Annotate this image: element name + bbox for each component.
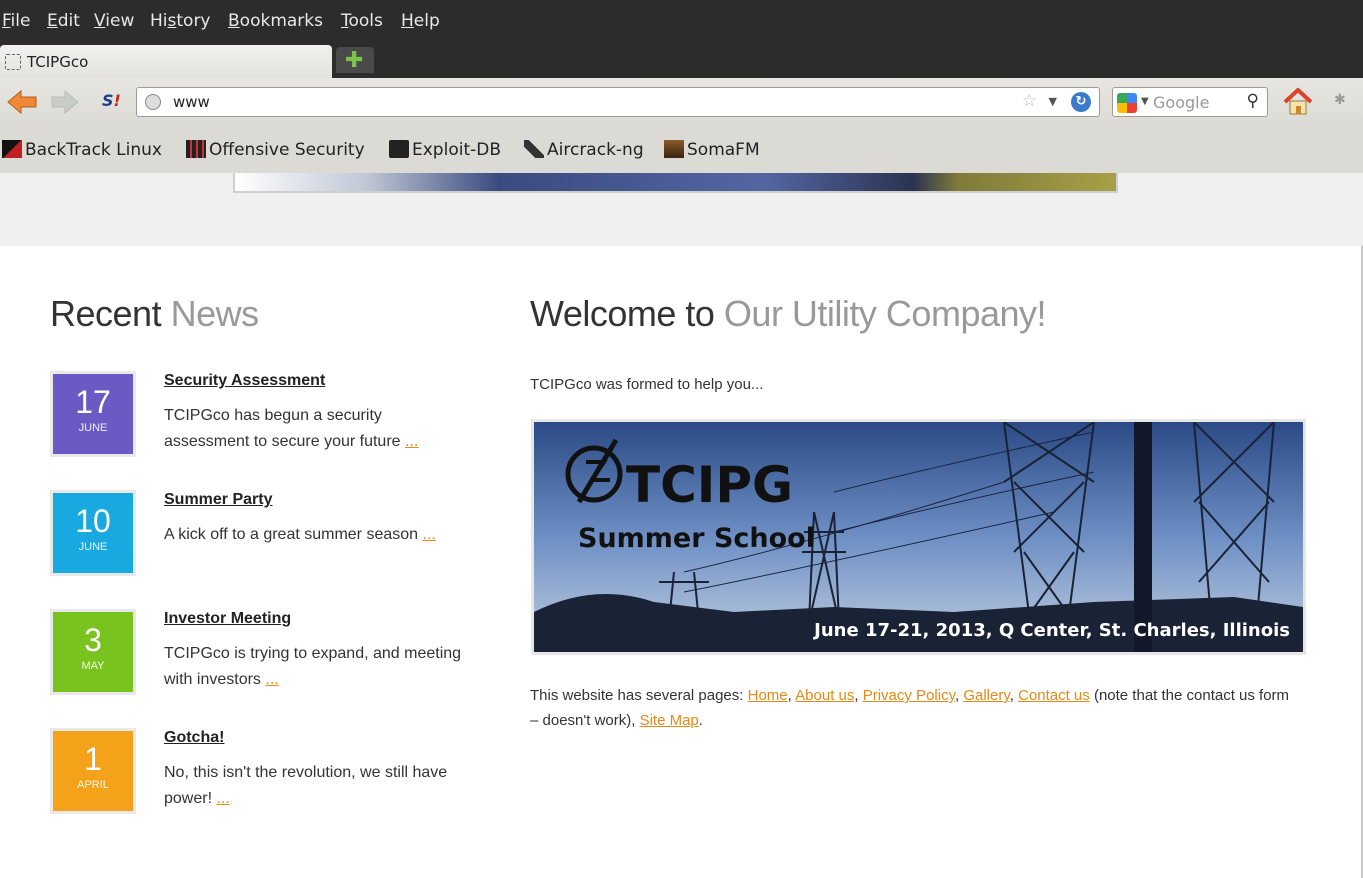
date-badge: 3 MAY [50, 609, 136, 695]
navigation-toolbar: S! www ☆ ▼ ↻ ▼ Google ⚲ ✱ [0, 78, 1363, 128]
menu-history[interactable]: History [150, 11, 211, 31]
date-badge: 17 JUNE [50, 371, 136, 457]
new-tab-button[interactable]: ✚ [336, 47, 374, 73]
news-title-link[interactable]: Security Assessment [164, 372, 325, 390]
banner-logo-text: TCIPG [626, 456, 793, 514]
news-excerpt: No, this isn't the revolution, we still … [164, 764, 448, 807]
privacy-policy-link[interactable]: Privacy Policy [863, 687, 955, 704]
site-pages-paragraph: This website has several pages: Home, Ab… [530, 687, 1290, 729]
bookmark-backtrack-linux[interactable]: BackTrack Linux [2, 140, 162, 160]
forward-arrow-icon[interactable] [50, 89, 80, 115]
chevron-down-icon[interactable]: ▼ [1049, 95, 1057, 108]
star-icon[interactable]: ☆ [1022, 91, 1037, 111]
date-badge: 10 JUNE [50, 490, 136, 576]
plus-icon: ✚ [345, 48, 364, 73]
home-link[interactable]: Home [748, 687, 788, 704]
search-input[interactable]: Google [1153, 93, 1209, 112]
menu-view[interactable]: View [94, 11, 134, 31]
menu-help[interactable]: Help [401, 11, 440, 31]
aircrack-icon [524, 140, 544, 158]
summer-school-banner[interactable]: TCIPG Summer School June 17-21, 2013, Q … [531, 419, 1306, 655]
welcome-heading: Welcome to Our Utility Company! [530, 293, 1047, 334]
header-slider-image[interactable] [233, 173, 1118, 193]
contact-us-link[interactable]: Contact us [1018, 687, 1090, 704]
menu-edit[interactable]: Edit [47, 11, 80, 31]
google-icon[interactable] [1117, 93, 1137, 113]
url-bar[interactable]: www ☆ ▼ ↻ [136, 87, 1100, 117]
news-excerpt: A kick off to a great summer season ... [164, 526, 436, 543]
tab-title: TCIPGco [27, 53, 89, 71]
news-excerpt: TCIPGco has begun a security assessment … [164, 407, 419, 450]
search-bar[interactable]: ▼ Google ⚲ [1112, 87, 1268, 117]
news-excerpt: TCIPGco is trying to expand, and meeting… [164, 645, 462, 688]
backtrack-icon [2, 140, 22, 158]
menu-tools[interactable]: Tools [341, 11, 383, 31]
search-icon[interactable]: ⚲ [1247, 91, 1259, 111]
about-us-link[interactable]: About us [795, 687, 854, 704]
offensive-security-icon [186, 140, 206, 158]
read-more-link[interactable]: ... [265, 671, 278, 688]
menu-file[interactable]: File [2, 11, 30, 31]
news-title-link[interactable]: Summer Party [164, 491, 273, 509]
banner-details: June 17-21, 2013, Q Center, St. Charles,… [812, 620, 1290, 641]
bookmark-offensive-security[interactable]: Offensive Security [186, 140, 365, 160]
date-badge: 1 APRIL [50, 728, 136, 814]
page-content: Recent News 17 JUNE Security Assessment … [0, 173, 1363, 878]
read-more-link[interactable]: ... [405, 433, 418, 450]
home-icon[interactable] [1282, 86, 1314, 118]
globe-icon [145, 94, 161, 110]
bookmark-exploit-db[interactable]: Exploit-DB [389, 140, 501, 160]
url-input[interactable]: www [173, 93, 210, 111]
stumbleupon-icon[interactable]: S! [102, 91, 121, 110]
site-map-link[interactable]: Site Map [640, 712, 699, 729]
bookmark-somafm[interactable]: SomaFM [664, 140, 760, 160]
read-more-link[interactable]: ... [423, 526, 436, 543]
chevron-down-icon[interactable]: ▼ [1141, 96, 1149, 107]
exploit-db-icon [389, 140, 409, 158]
bookmark-aircrack-ng[interactable]: Aircrack-ng [524, 140, 644, 160]
news-heading: Recent News [50, 293, 259, 334]
menu-bookmarks[interactable]: Bookmarks [228, 11, 323, 31]
menu-bar: File Edit View History Bookmarks Tools H… [0, 0, 1363, 42]
reload-icon[interactable]: ↻ [1071, 92, 1091, 112]
tab-tcipgco[interactable]: TCIPGco [0, 45, 332, 78]
page-favicon-icon [5, 54, 21, 70]
bookmarks-toolbar: BackTrack Linux Offensive Security Explo… [0, 128, 1363, 173]
gallery-link[interactable]: Gallery [963, 687, 1009, 704]
somafm-icon [664, 140, 684, 158]
news-title-link[interactable]: Investor Meeting [164, 610, 291, 628]
read-more-link[interactable]: ... [216, 790, 229, 807]
banner-subtitle: Summer School [578, 523, 815, 554]
back-arrow-icon[interactable] [6, 89, 38, 115]
banner-image: TCIPG Summer School June 17-21, 2013, Q … [534, 422, 1303, 652]
bug-icon[interactable]: ✱ [1334, 92, 1346, 108]
intro-text: TCIPGco was formed to help you... [530, 376, 764, 393]
tab-strip: TCIPGco ✚ [0, 42, 1363, 78]
news-title-link[interactable]: Gotcha! [164, 729, 224, 747]
